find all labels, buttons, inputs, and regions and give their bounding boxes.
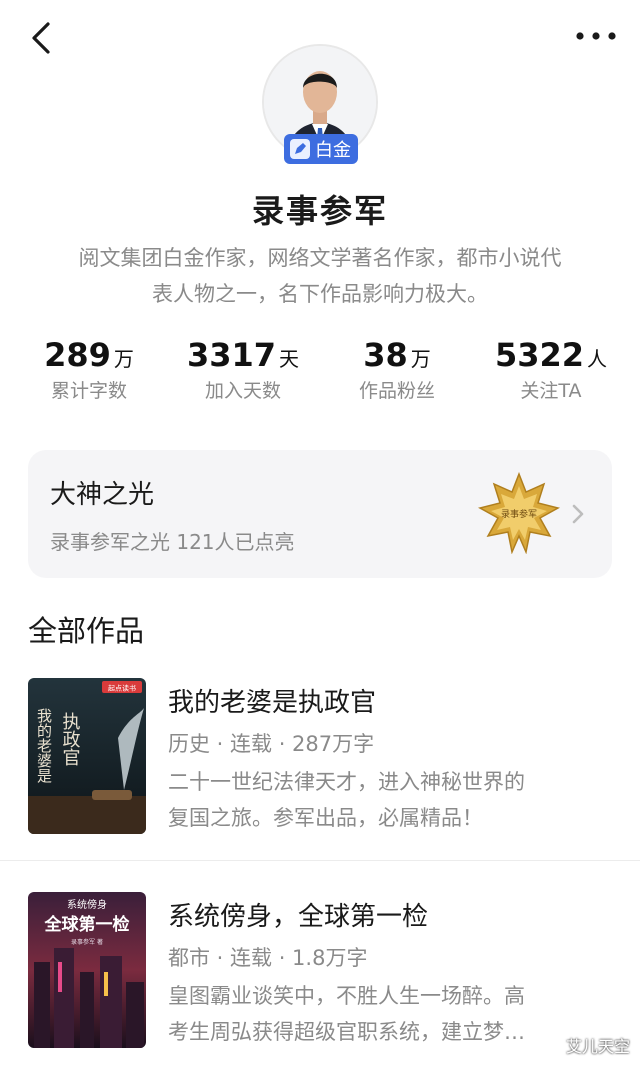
desc-line: 二十一世纪法律天才，进入神秘世界的 <box>168 770 525 794</box>
desc-line: 复国之旅。参军出品，必属精品！ <box>168 806 483 830</box>
honor-title: 大神之光 <box>50 480 155 510</box>
watermark: 艾儿天空 <box>565 1037 630 1056</box>
back-chevron-icon[interactable] <box>22 18 62 58</box>
bio-line: 阅文集团白金作家，网络文学著名作家，都市小说代 <box>78 246 562 270</box>
star-medal-icon: 录事参军 <box>478 472 560 554</box>
book-title[interactable]: 我的老婆是执政官 <box>168 682 376 719</box>
stat-following[interactable]: 5322 人 关注TA <box>476 336 626 403</box>
bio-line: 表人物之一，名下作品影响力极大。 <box>152 282 488 306</box>
stat-label: 关注TA <box>520 380 582 402</box>
stat-label: 加入天数 <box>204 380 281 402</box>
divider <box>0 860 640 861</box>
chevron-right-icon <box>572 504 584 524</box>
stat-value: 38 <box>363 336 408 374</box>
honor-subtitle: 录事参军之光 121人已点亮 <box>50 530 295 554</box>
book-meta: 都市 · 连载 · 1.8万字 <box>168 946 368 970</box>
stat-value: 5322 <box>494 336 585 374</box>
author-name: 录事参军 <box>251 192 388 230</box>
badge-label: 白金 <box>315 140 351 161</box>
honor-card[interactable]: 大神之光 录事参军之光 121人已点亮 录事参军 <box>28 450 612 578</box>
platinum-badge: 白金 <box>284 134 358 164</box>
desc-line: 皇图霸业谈笑中，不胜人生一场醉。高 <box>168 984 525 1008</box>
medal-text: 录事参军 <box>501 508 537 520</box>
cover-title-b: 执政官 <box>60 712 81 766</box>
book-description: 皇图霸业谈笑中，不胜人生一场醉。高 考生周弘获得超级官职系统，建立梦… <box>168 978 608 1050</box>
desc-line: 考生周弘获得超级官职系统，建立梦… <box>168 1020 525 1044</box>
cover-title-a: 我的老婆是 <box>35 708 53 783</box>
stat-unit: 天 <box>279 347 300 371</box>
stat-unit: 万 <box>410 347 431 371</box>
stat-value: 3317 <box>186 336 277 374</box>
cover-small-title: 系统傍身 <box>67 898 107 911</box>
stat-fans: 38 万 作品粉丝 <box>322 336 472 403</box>
book-title[interactable]: 系统傍身，全球第一检 <box>168 896 428 933</box>
book-description: 二十一世纪法律天才，进入神秘世界的 复国之旅。参军出品，必属精品！ <box>168 764 608 836</box>
stat-unit: 万 <box>113 347 134 371</box>
book-item[interactable]: 系统傍身 全球第一检 录事参军 著 系统傍身，全球第一检 都市 · 连载 · 1… <box>0 892 640 1072</box>
cover-publisher: 起点读书 <box>108 684 136 693</box>
stat-label: 累计字数 <box>50 380 127 402</box>
works-section-title: 全部作品 <box>28 614 145 648</box>
book-meta: 历史 · 连载 · 287万字 <box>168 732 375 756</box>
stat-unit: 人 <box>587 347 608 371</box>
stat-label: 作品粉丝 <box>358 380 435 402</box>
book-cover[interactable]: 系统傍身 全球第一检 录事参军 著 <box>28 892 146 1048</box>
stat-days-joined: 3317 天 加入天数 <box>168 336 318 403</box>
stats-row: 289 万 累计字数 3317 天 加入天数 38 万 作品粉丝 5322 人 关注TA <box>0 336 640 416</box>
cover-author: 录事参军 著 <box>71 938 103 946</box>
pen-icon <box>290 139 310 159</box>
stat-value: 289 <box>44 336 111 374</box>
stat-word-count: 289 万 累计字数 <box>14 336 164 403</box>
more-dots-icon[interactable] <box>574 24 618 48</box>
author-bio: 阅文集团白金作家，网络文学著名作家，都市小说代 表人物之一，名下作品影响力极大。 <box>30 240 610 312</box>
author-avatar[interactable]: 白金 <box>262 44 378 164</box>
book-cover[interactable]: 起点读书 我的老婆是 执政官 <box>28 678 146 834</box>
book-item[interactable]: 起点读书 我的老婆是 执政官 我的老婆是执政官 历史 · 连载 · 287万字 … <box>0 678 640 858</box>
cover-big-title: 全球第一检 <box>44 914 130 935</box>
